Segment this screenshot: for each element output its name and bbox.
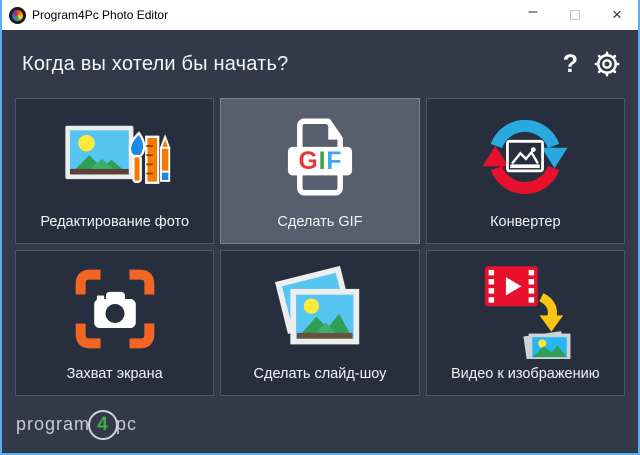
tile-converter[interactable]: Конвертер	[426, 98, 625, 244]
main-content: Когда вы хотели бы начать? ?	[2, 30, 638, 453]
page-title: Когда вы хотели бы начать?	[22, 53, 563, 76]
minimize-button[interactable]: –	[512, 0, 554, 30]
window-title: Program4Pc Photo Editor	[32, 8, 512, 22]
header: Когда вы хотели бы начать? ?	[2, 30, 638, 98]
tile-edit-photo[interactable]: Редактирование фото	[15, 98, 214, 244]
logo-number: 4	[97, 414, 109, 436]
edit-photo-icon	[16, 99, 213, 214]
tile-screen-capture[interactable]: Захват экрана	[15, 250, 214, 396]
tile-make-gif[interactable]: GIF Сделать GIF	[220, 98, 419, 244]
tile-label: Сделать GIF	[277, 214, 362, 230]
convert-arrows-icon	[427, 99, 624, 214]
program4pc-logo: program 4 pc	[16, 410, 137, 440]
help-icon[interactable]: ?	[563, 52, 578, 77]
svg-text:GIF: GIF	[298, 147, 341, 174]
logo-text-pre: program	[16, 414, 90, 435]
maximize-icon	[570, 10, 580, 20]
video-to-image-icon	[427, 251, 624, 366]
screen-capture-icon	[16, 251, 213, 366]
tile-label: Захват экрана	[67, 366, 163, 382]
tile-make-slideshow[interactable]: Сделать слайд-шоу	[220, 250, 419, 396]
logo-text-post: pc	[116, 414, 137, 435]
tile-video-to-image[interactable]: Видео к изображению	[426, 250, 625, 396]
app-window: Program4Pc Photo Editor – × Когда вы хот…	[0, 0, 640, 455]
gif-file-icon: GIF	[221, 99, 418, 214]
tile-label: Сделать слайд-шоу	[254, 366, 387, 382]
logo-circle: 4	[88, 410, 118, 440]
maximize-button[interactable]	[554, 0, 596, 30]
footer: program 4 pc	[2, 396, 638, 453]
tile-label: Видео к изображению	[451, 366, 600, 382]
start-options-grid: Редактирование фото GIF Сделать GIF	[15, 98, 625, 396]
header-icons: ?	[563, 51, 620, 77]
app-logo-icon	[9, 7, 26, 24]
title-bar: Program4Pc Photo Editor – ×	[2, 0, 638, 30]
slideshow-photos-icon	[221, 251, 418, 366]
tile-label: Конвертер	[490, 214, 560, 230]
tile-label: Редактирование фото	[40, 214, 189, 230]
settings-gear-icon[interactable]	[594, 51, 620, 77]
close-button[interactable]: ×	[596, 0, 638, 30]
